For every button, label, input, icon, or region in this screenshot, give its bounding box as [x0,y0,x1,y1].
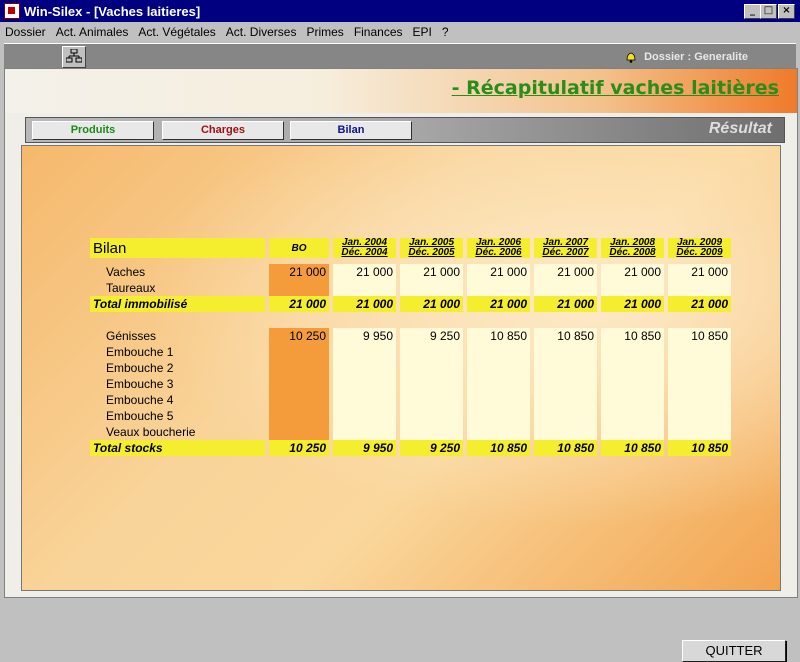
total-immobilise-row: Total immobilisé 21 000 21 000 21 000 21… [90,296,731,312]
tab-bilan[interactable]: Bilan [290,121,412,140]
table-row-taureaux: Taureaux [90,280,731,296]
menu-act-diverses[interactable]: Act. Diverses [221,25,302,39]
tab-produits[interactable]: Produits [32,121,154,140]
app-icon [4,3,20,19]
menu-finances[interactable]: Finances [349,25,408,39]
year-header: Jan. 2009 Déc. 2009 [668,238,731,258]
menu-help[interactable]: ? [437,25,454,39]
total-stocks-row: Total stocks 10 250 9 950 9 250 10 850 1… [90,440,731,456]
year-header: Jan. 2007 Déc. 2007 [534,238,597,258]
main-panel: - Récapitulatif vaches laitières Produit… [4,68,798,662]
structure-icon[interactable] [62,46,86,68]
table-row-genisses: Génisses 10 250 9 950 9 250 10 850 10 85… [90,328,731,344]
menu-act-animales[interactable]: Act. Animales [51,25,134,39]
bell-icon [626,52,636,63]
table-row-embouche-5: Embouche 5 [90,408,731,424]
menu-primes[interactable]: Primes [301,25,348,39]
application-window: Win-Silex - [Vaches laitieres] _ □ × Dos… [0,0,800,662]
table-header-row: Bilan BO Jan. 2004 Déc. 2004 Jan. 2005 Déc… [90,238,731,258]
window-title: Win-Silex - [Vaches laitieres] [24,3,201,19]
bo-header: BO [269,238,329,258]
title-bar: Win-Silex - [Vaches laitieres] _ □ × [0,0,800,22]
table-row-embouche-2: Embouche 2 [90,360,731,376]
page-title: - Récapitulatif vaches laitières [451,77,779,99]
table-row-vaches: Vaches 21 000 21 000 21 000 21 000 21 00… [90,264,731,280]
tab-resultat[interactable]: Résultat [709,120,772,138]
table-row-embouche-3: Embouche 3 [90,376,731,392]
maximize-button[interactable]: □ [760,4,777,19]
header-band: - Récapitulatif vaches laitières [5,69,797,113]
table-row-veaux-boucherie: Veaux boucherie [90,424,731,440]
menu-dossier[interactable]: Dossier [0,25,51,39]
menu-epi[interactable]: EPI [408,25,437,39]
toolbar: Dossier : Generalite [4,43,796,68]
bilan-table: Bilan BO Jan. 2004 Déc. 2004 Jan. 2005 Déc… [86,238,735,456]
content-area: Bilan BO Jan. 2004 Déc. 2004 Jan. 2005 Déc… [21,145,786,662]
quit-button[interactable]: QUITTER [682,640,786,662]
tab-strip: Produits Charges Bilan Résultat [25,117,785,143]
year-header: Jan. 2004 Déc. 2004 [333,238,396,258]
year-header: Jan. 2005 Déc. 2005 [400,238,463,258]
table-row-embouche-1: Embouche 1 [90,344,731,360]
menu-act-vegetales[interactable]: Act. Végétales [133,25,220,39]
table-title: Bilan [90,238,265,258]
year-header: Jan. 2006 Déc. 2006 [467,238,530,258]
spacer-row [90,312,731,328]
year-header: Jan. 2008 Déc. 2008 [601,238,664,258]
tab-charges[interactable]: Charges [162,121,284,140]
table-row-embouche-4: Embouche 4 [90,392,731,408]
dossier-label: Dossier : Generalite [644,51,748,63]
minimize-button[interactable]: _ [744,4,761,19]
close-button[interactable]: × [778,4,795,19]
dossier-indicator: Dossier : Generalite [624,50,748,64]
menu-bar: Dossier Act. Animales Act. Végétales Act… [0,22,800,42]
